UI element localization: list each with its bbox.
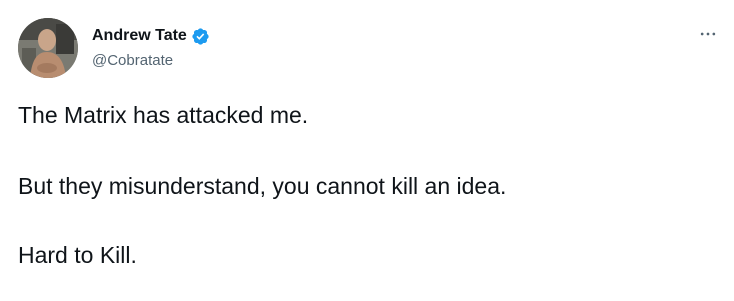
author-handle[interactable]: @Cobratate bbox=[92, 51, 173, 71]
author-display-name[interactable]: Andrew Tate bbox=[92, 26, 187, 46]
avatar-image bbox=[18, 18, 78, 78]
verified-badge-icon bbox=[191, 27, 210, 46]
author-name-row[interactable]: Andrew Tate bbox=[92, 26, 210, 46]
tweet-text-line: Hard to Kill. bbox=[18, 242, 137, 268]
avatar[interactable] bbox=[18, 18, 78, 78]
tweet-card: Andrew Tate @Cobratate The Matrix has at… bbox=[0, 0, 734, 301]
tweet-text-line: The Matrix has attacked me. bbox=[18, 102, 309, 128]
more-options-icon[interactable] bbox=[696, 22, 720, 46]
tweet-text-line: But they misunderstand, you cannot kill … bbox=[18, 173, 507, 199]
